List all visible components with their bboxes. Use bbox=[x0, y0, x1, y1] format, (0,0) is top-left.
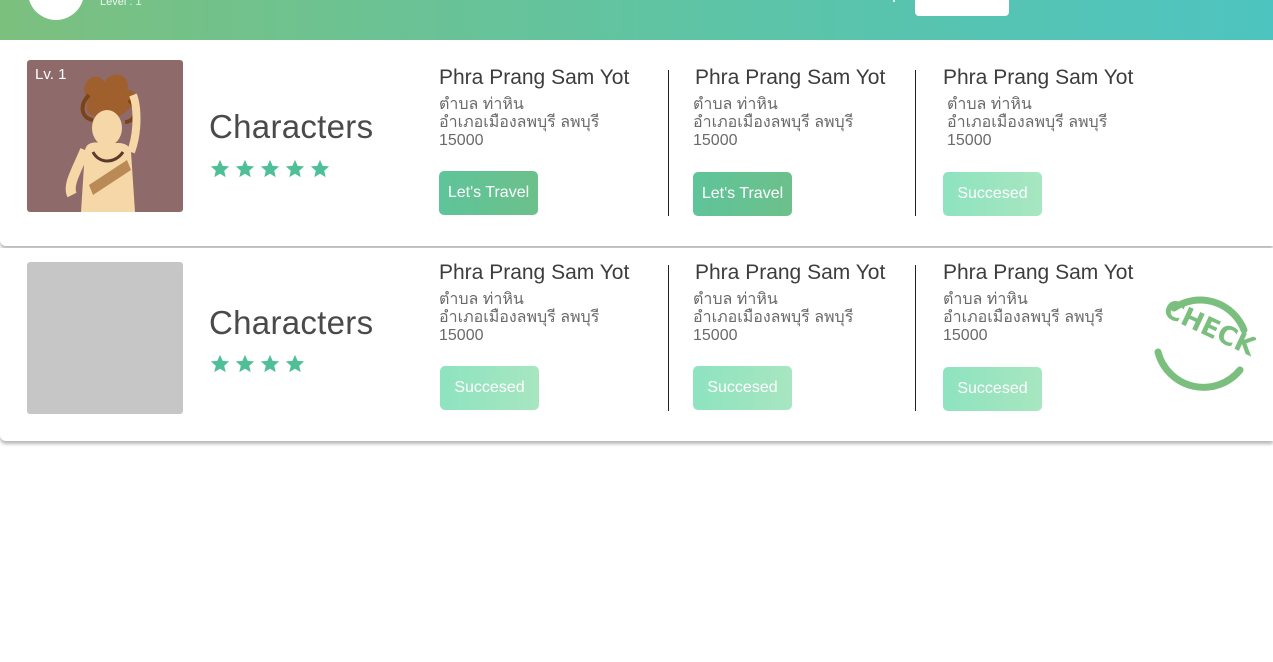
place-item: Phra Prang Sam Yot ตำบล ท่าหิน อำเภอเมือ… bbox=[693, 66, 905, 216]
topbar-indicator bbox=[893, 0, 895, 2]
succeeded-button[interactable]: Succesed bbox=[943, 367, 1042, 411]
address-line: อำเภอเมืองลพบุรี ลพบุรี bbox=[947, 114, 1108, 131]
level-badge: Lv. 1 bbox=[35, 66, 67, 83]
address-line: อำเภอเมืองลพบุรี ลพบุรี bbox=[943, 309, 1104, 326]
divider bbox=[668, 70, 669, 216]
stamp-text: CHECK bbox=[1159, 294, 1256, 363]
user-level: Level : 1 bbox=[100, 0, 142, 8]
place-address: ตำบล ท่าหิน อำเภอเมืองลพบุรี ลพบุรี 1500… bbox=[943, 291, 1153, 345]
address-line: ตำบล ท่าหิน bbox=[693, 291, 778, 308]
succeeded-button[interactable]: Succesed bbox=[440, 366, 539, 410]
place-address: ตำบล ท่าหิน อำเภอเมืองลพบุรี ลพบุรี 1500… bbox=[947, 96, 1153, 150]
star-icon bbox=[210, 159, 230, 178]
star-icon bbox=[235, 354, 255, 373]
character-title: Characters bbox=[209, 304, 374, 341]
lets-travel-button[interactable]: Let's Travel bbox=[439, 171, 538, 215]
star-icon bbox=[285, 354, 305, 373]
user-avatar[interactable] bbox=[28, 0, 84, 20]
address-line: ตำบล ท่าหิน bbox=[439, 291, 524, 308]
divider bbox=[915, 265, 916, 411]
star-icon bbox=[310, 159, 330, 178]
succeeded-button[interactable]: Succesed bbox=[693, 366, 792, 410]
star-icon bbox=[235, 159, 255, 178]
postal-code: 15000 bbox=[693, 132, 738, 149]
place-name: Phra Prang Sam Yot bbox=[943, 261, 1134, 284]
place-item: Phra Prang Sam Yot ตำบล ท่าหิน อำเภอเมือ… bbox=[943, 261, 1153, 411]
character-thumbnail[interactable]: Lv. 1 bbox=[27, 60, 183, 212]
star-icon bbox=[260, 159, 280, 178]
place-name: Phra Prang Sam Yot bbox=[943, 66, 1134, 89]
lets-travel-button[interactable]: Let's Travel bbox=[693, 172, 792, 216]
place-item: Phra Prang Sam Yot ตำบล ท่าหิน อำเภอเมือ… bbox=[943, 66, 1153, 216]
star-icon bbox=[210, 354, 230, 373]
place-name: Phra Prang Sam Yot bbox=[439, 66, 630, 89]
topbar-button[interactable] bbox=[915, 0, 1009, 16]
star-rating bbox=[209, 353, 306, 375]
address-line: อำเภอเมืองลพบุรี ลพบุรี bbox=[439, 309, 600, 326]
check-stamp: CHECK bbox=[1154, 294, 1256, 391]
star-icon bbox=[260, 354, 280, 373]
postal-code: 15000 bbox=[947, 132, 992, 149]
character-card: Lv. 1 Characters Phra Prang Sam Yot ตำบล… bbox=[0, 40, 1273, 246]
postal-code: 15000 bbox=[693, 327, 738, 344]
address-line: อำเภอเมืองลพบุรี ลพบุรี bbox=[439, 114, 600, 131]
succeeded-button[interactable]: Succesed bbox=[943, 172, 1042, 216]
postal-code: 15000 bbox=[439, 327, 484, 344]
divider bbox=[668, 265, 669, 411]
place-address: ตำบล ท่าหิน อำเภอเมืองลพบุรี ลพบุรี 1500… bbox=[439, 96, 649, 150]
character-card: Characters Phra Prang Sam Yot ตำบล ท่าหิ… bbox=[0, 248, 1273, 441]
place-item: Phra Prang Sam Yot ตำบล ท่าหิน อำเภอเมือ… bbox=[439, 261, 649, 410]
address-line: ตำบล ท่าหิน bbox=[439, 96, 524, 113]
character-thumbnail-locked[interactable] bbox=[27, 262, 183, 414]
address-line: ตำบล ท่าหิน bbox=[693, 96, 778, 113]
place-item: Phra Prang Sam Yot ตำบล ท่าหิน อำเภอเมือ… bbox=[693, 261, 905, 410]
place-address: ตำบล ท่าหิน อำเภอเมืองลพบุรี ลพบุรี 1500… bbox=[693, 96, 905, 150]
divider bbox=[915, 70, 916, 216]
place-address: ตำบล ท่าหิน อำเภอเมืองลพบุรี ลพบุรี 1500… bbox=[439, 291, 649, 345]
address-line: อำเภอเมืองลพบุรี ลพบุรี bbox=[693, 114, 854, 131]
address-line: อำเภอเมืองลพบุรี ลพบุรี bbox=[693, 309, 854, 326]
postal-code: 15000 bbox=[439, 132, 484, 149]
top-bar: Level : 1 bbox=[0, 0, 1273, 40]
star-icon bbox=[285, 159, 305, 178]
place-item: Phra Prang Sam Yot ตำบล ท่าหิน อำเภอเมือ… bbox=[439, 66, 649, 215]
place-name: Phra Prang Sam Yot bbox=[695, 261, 886, 284]
star-rating bbox=[209, 158, 331, 180]
place-name: Phra Prang Sam Yot bbox=[439, 261, 630, 284]
place-name: Phra Prang Sam Yot bbox=[695, 66, 886, 89]
place-address: ตำบล ท่าหิน อำเภอเมืองลพบุรี ลพบุรี 1500… bbox=[693, 291, 905, 345]
address-line: ตำบล ท่าหิน bbox=[943, 291, 1028, 308]
postal-code: 15000 bbox=[943, 327, 988, 344]
address-line: ตำบล ท่าหิน bbox=[947, 96, 1032, 113]
character-title: Characters bbox=[209, 108, 374, 145]
